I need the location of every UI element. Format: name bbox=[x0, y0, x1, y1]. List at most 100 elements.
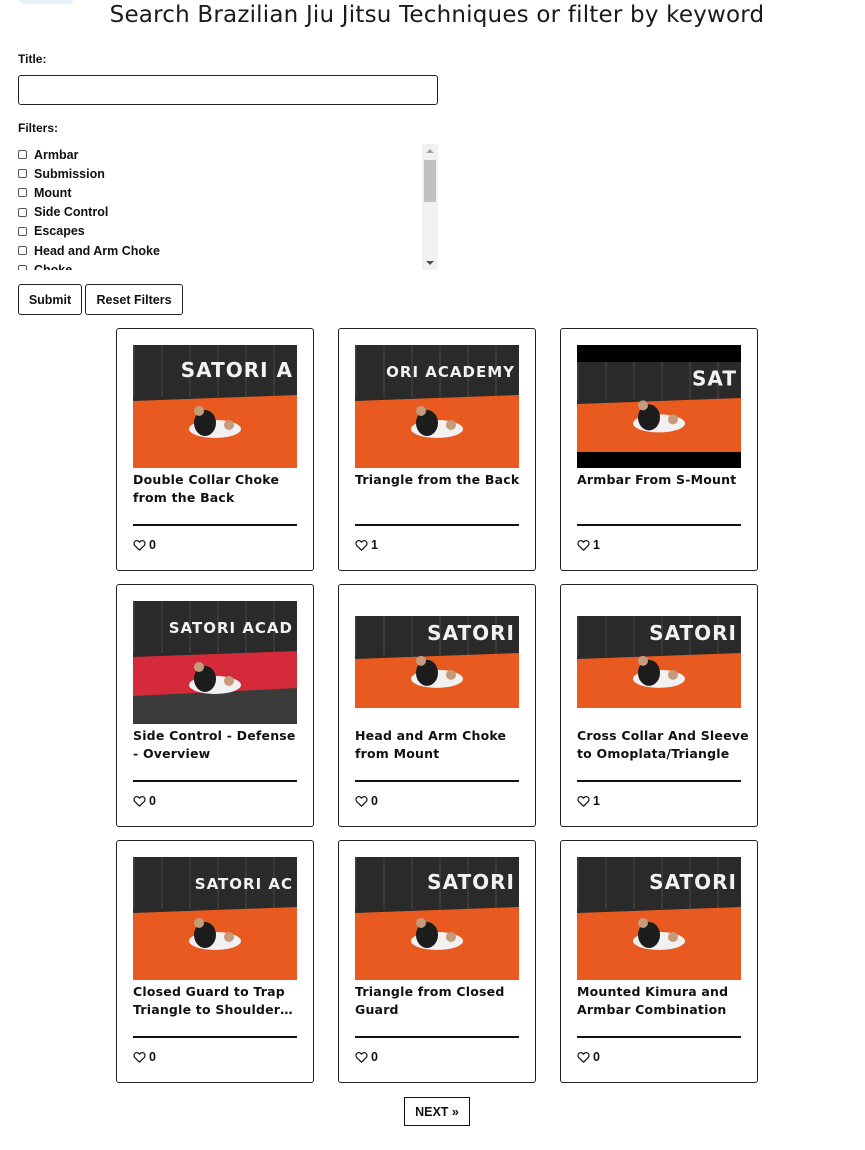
thumbnail-image: SATORI bbox=[355, 857, 519, 980]
filter-checkbox[interactable] bbox=[18, 207, 27, 217]
title-input[interactable] bbox=[18, 75, 438, 105]
heart-icon[interactable] bbox=[133, 795, 149, 807]
svg-text:SATORI A: SATORI A bbox=[181, 358, 293, 382]
technique-title[interactable]: Triangle from Closed Guard bbox=[355, 983, 527, 1019]
divider bbox=[577, 780, 741, 782]
thumbnail-image: SATORI ACAD bbox=[133, 601, 297, 724]
filter-checkbox[interactable] bbox=[18, 265, 27, 270]
next-page-button[interactable]: NEXT » bbox=[404, 1097, 470, 1126]
filter-label: Mount bbox=[34, 185, 72, 200]
filter-checkbox[interactable] bbox=[18, 188, 27, 198]
like-button[interactable]: 0 bbox=[133, 538, 156, 552]
technique-title[interactable]: Cross Collar And Sleeve to Omoplata/Tria… bbox=[577, 727, 749, 763]
video-thumbnail[interactable]: SATORI bbox=[355, 857, 519, 980]
divider bbox=[355, 1036, 519, 1038]
technique-card[interactable]: SATORI Head and Arm Choke from Mount 0 bbox=[338, 584, 536, 827]
heart-icon[interactable] bbox=[577, 795, 593, 807]
like-button[interactable]: 0 bbox=[133, 794, 156, 808]
technique-card[interactable]: SAT Armbar From S-Mount 1 bbox=[560, 328, 758, 571]
video-thumbnail[interactable]: SATORI bbox=[577, 857, 741, 980]
divider bbox=[133, 1036, 297, 1038]
video-thumbnail[interactable]: SAT bbox=[577, 345, 741, 468]
thumbnail-image: SAT bbox=[577, 362, 741, 457]
filter-item[interactable]: Armbar bbox=[18, 145, 438, 164]
svg-text:SATORI ACAD: SATORI ACAD bbox=[169, 619, 293, 637]
technique-card[interactable]: ORI ACADEMY Triangle from the Back 1 bbox=[338, 328, 536, 571]
like-button[interactable]: 1 bbox=[355, 538, 378, 552]
filter-item[interactable]: Side Control bbox=[18, 203, 438, 222]
like-button[interactable]: 1 bbox=[577, 794, 600, 808]
video-thumbnail[interactable]: SATORI ACAD bbox=[133, 601, 297, 724]
technique-title[interactable]: Triangle from the Back bbox=[355, 471, 527, 489]
heart-icon[interactable] bbox=[577, 539, 593, 551]
video-thumbnail[interactable]: SATORI bbox=[355, 601, 519, 724]
scroll-down-icon[interactable] bbox=[426, 261, 434, 265]
filter-item[interactable]: Mount bbox=[18, 183, 438, 202]
thumbnail-image: ORI ACADEMY bbox=[355, 345, 519, 468]
scroll-up-icon[interactable] bbox=[426, 149, 434, 153]
heart-icon[interactable] bbox=[355, 539, 371, 551]
video-thumbnail[interactable]: ORI ACADEMY bbox=[355, 345, 519, 468]
like-button[interactable]: 0 bbox=[355, 794, 378, 808]
submit-button[interactable]: Submit bbox=[18, 284, 82, 315]
svg-text:ORI ACADEMY: ORI ACADEMY bbox=[386, 363, 515, 381]
filter-checkbox[interactable] bbox=[18, 226, 27, 236]
filter-item[interactable]: Escapes bbox=[18, 222, 438, 241]
heart-icon[interactable] bbox=[133, 1051, 149, 1063]
like-count: 1 bbox=[593, 538, 600, 552]
svg-text:SATORI: SATORI bbox=[427, 621, 515, 645]
svg-text:SATORI: SATORI bbox=[427, 870, 515, 894]
filter-item[interactable]: Head and Arm Choke bbox=[18, 241, 438, 260]
video-thumbnail[interactable]: SATORI A bbox=[133, 345, 297, 468]
video-thumbnail[interactable]: SATORI AC bbox=[133, 857, 297, 980]
filter-scrollbar[interactable] bbox=[422, 144, 438, 270]
divider bbox=[577, 1036, 741, 1038]
like-button[interactable]: 0 bbox=[577, 1050, 600, 1064]
divider bbox=[577, 524, 741, 526]
thumbnail-image: SATORI bbox=[355, 616, 519, 713]
filter-list[interactable]: Armbar Submission Mount Side Control Escapes… bbox=[18, 144, 438, 270]
heart-icon[interactable] bbox=[355, 1051, 371, 1063]
heart-icon[interactable] bbox=[133, 539, 149, 551]
page-title: Search Brazilian Jiu Jitsu Techniques or… bbox=[109, 2, 765, 28]
technique-title[interactable]: Head and Arm Choke from Mount bbox=[355, 727, 527, 763]
divider bbox=[355, 780, 519, 782]
like-button[interactable]: 0 bbox=[133, 1050, 156, 1064]
filter-label: Head and Arm Choke bbox=[34, 243, 160, 258]
filter-checkbox[interactable] bbox=[18, 169, 27, 179]
heart-icon[interactable] bbox=[355, 795, 371, 807]
technique-title[interactable]: Mounted Kimura and Armbar Combination bbox=[577, 983, 749, 1019]
like-count: 1 bbox=[371, 538, 378, 552]
technique-card[interactable]: SATORI Mounted Kimura and Armbar Combinat… bbox=[560, 840, 758, 1083]
divider bbox=[355, 524, 519, 526]
technique-card[interactable]: SATORI AC Closed Guard to Trap Triangle t… bbox=[116, 840, 314, 1083]
filter-checkbox[interactable] bbox=[18, 246, 27, 256]
like-count: 1 bbox=[593, 794, 600, 808]
like-button[interactable]: 1 bbox=[577, 538, 600, 552]
filter-label: Armbar bbox=[34, 147, 79, 162]
technique-title[interactable]: Side Control - Defense - Overview bbox=[133, 727, 305, 763]
technique-title[interactable]: Double Collar Choke from the Back bbox=[133, 471, 305, 507]
technique-card[interactable]: SATORI Triangle from Closed Guard 0 bbox=[338, 840, 536, 1083]
filter-item[interactable]: Choke bbox=[18, 260, 438, 270]
heart-icon[interactable] bbox=[577, 1051, 593, 1063]
like-count: 0 bbox=[371, 794, 378, 808]
technique-card[interactable]: SATORI A Double Collar Choke from the Bac… bbox=[116, 328, 314, 571]
technique-title[interactable]: Armbar From S-Mount bbox=[577, 471, 749, 489]
filter-checkbox[interactable] bbox=[18, 150, 27, 160]
technique-card[interactable]: SATORI ACAD Side Control - Defense - Over… bbox=[116, 584, 314, 827]
filter-item[interactable]: Submission bbox=[18, 164, 438, 183]
reset-filters-button[interactable]: Reset Filters bbox=[85, 284, 183, 315]
technique-title[interactable]: Closed Guard to Trap Triangle to Shoulde… bbox=[133, 983, 305, 1019]
like-count: 0 bbox=[149, 1050, 156, 1064]
thumbnail-image: SATORI A bbox=[133, 345, 297, 468]
scroll-thumb[interactable] bbox=[424, 160, 436, 202]
title-label: Title: bbox=[18, 52, 47, 66]
technique-card[interactable]: SATORI Cross Collar And Sleeve to Omoplat… bbox=[560, 584, 758, 827]
like-button[interactable]: 0 bbox=[355, 1050, 378, 1064]
video-thumbnail[interactable]: SATORI bbox=[577, 601, 741, 724]
svg-text:SATORI: SATORI bbox=[649, 870, 737, 894]
thumbnail-image: SATORI bbox=[577, 857, 741, 980]
like-count: 0 bbox=[149, 794, 156, 808]
like-count: 0 bbox=[149, 538, 156, 552]
